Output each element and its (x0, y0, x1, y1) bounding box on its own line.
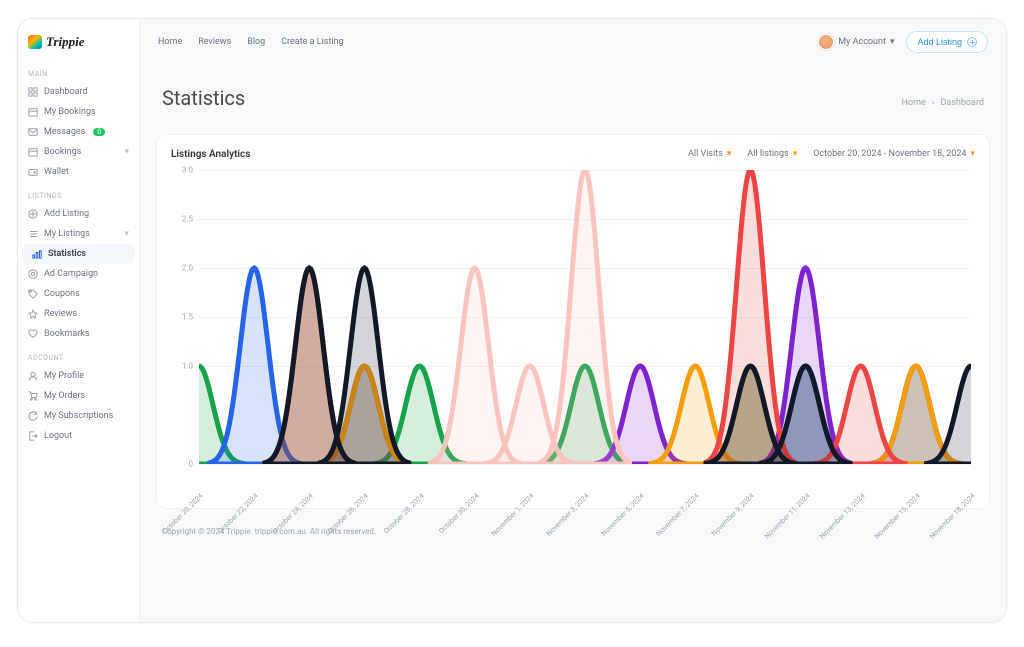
sidebar-item-label: Wallet (44, 167, 69, 177)
filter-listings[interactable]: All listings▾ (747, 149, 797, 159)
cart-icon (28, 391, 38, 401)
sidebar-item-dashboard[interactable]: Dashboard (18, 82, 139, 102)
sidebar-item-label: Logout (44, 431, 72, 441)
chevron-right-icon: › (932, 98, 935, 108)
avatar-icon (818, 34, 834, 50)
sidebar-item-mysubs[interactable]: My Subscriptions (18, 406, 139, 426)
sidebar-item-label: Ad Campaign (44, 269, 98, 279)
sidebar-item-adcampaign[interactable]: Ad Campaign (18, 264, 139, 284)
sidebar-item-mybookings[interactable]: My Bookings (18, 102, 139, 122)
topnav-home[interactable]: Home (158, 37, 182, 47)
breadcrumb-item[interactable]: Home (902, 98, 926, 108)
sidebar-item-label: Reviews (44, 309, 77, 319)
sidebar-item-label: My Bookings (44, 107, 96, 117)
breadcrumb: Home › Dashboard (902, 98, 984, 108)
palm-icon (28, 35, 42, 49)
sidebar: Trippie MAIN Dashboard My Bookings Messages… (18, 19, 140, 622)
series-F (541, 170, 630, 464)
grid-icon (28, 87, 38, 97)
y-tick: 1.0 (182, 361, 193, 370)
y-tick: 3.0 (182, 165, 193, 174)
sidebar-item-label: Bookings (44, 147, 81, 157)
user-icon (28, 371, 38, 381)
badge: 0 (93, 128, 105, 136)
page-title: Statistics (162, 86, 245, 110)
y-tick: 1.5 (182, 312, 193, 321)
plus-icon (28, 209, 38, 219)
sidebar-item-logout[interactable]: Logout (18, 426, 139, 446)
sidebar-item-label: My Profile (44, 371, 84, 381)
sidebar-item-bookings[interactable]: Bookings ▾ (18, 142, 139, 162)
topnav-reviews[interactable]: Reviews (198, 37, 231, 47)
account-label: My Account (838, 37, 886, 47)
sidebar-item-mylistings[interactable]: My Listings ▾ (18, 224, 139, 244)
sidebar-item-reviews[interactable]: Reviews (18, 304, 139, 324)
sidebar-item-label: Dashboard (44, 87, 88, 97)
topbar: Home Reviews Blog Create a Listing My Accou… (140, 19, 1006, 53)
sidebar-item-myprofile[interactable]: My Profile (18, 366, 139, 386)
chevron-down-icon: ▾ (793, 149, 798, 159)
plus-circle-icon (967, 37, 977, 47)
sidebar-item-label: Bookmarks (44, 329, 89, 339)
sidebar-item-messages[interactable]: Messages 0 (18, 122, 139, 142)
mail-icon (28, 127, 38, 137)
logo[interactable]: Trippie (18, 29, 139, 60)
heart-icon (28, 329, 38, 339)
topnav-blog[interactable]: Blog (247, 37, 265, 47)
sidebar-item-label: Messages (44, 127, 85, 137)
list-icon (28, 229, 38, 239)
topnav: Home Reviews Blog Create a Listing (158, 37, 344, 47)
chevron-down-icon: ▾ (727, 149, 732, 159)
account-menu[interactable]: My Account ▾ (818, 34, 894, 50)
sidebar-group-title: MAIN (18, 60, 139, 82)
card-title: Listings Analytics (171, 149, 250, 160)
x-axis: October 20, 2024October 22, 2024October … (199, 464, 971, 500)
content: Home Reviews Blog Create a Listing My Accou… (140, 19, 1006, 622)
refresh-icon (28, 411, 38, 421)
target-icon (28, 269, 38, 279)
breadcrumb-item[interactable]: Dashboard (940, 98, 984, 108)
star-icon (28, 309, 38, 319)
wallet-icon (28, 167, 38, 177)
sidebar-item-coupons[interactable]: Coupons (18, 284, 139, 304)
logout-icon (28, 431, 38, 441)
chevron-down-icon: ▾ (124, 229, 129, 239)
sidebar-item-wallet[interactable]: Wallet (18, 162, 139, 182)
chevron-down-icon: ▾ (124, 147, 129, 157)
sidebar-item-label: My Subscriptions (44, 411, 113, 421)
tag-icon (28, 289, 38, 299)
filter-visits[interactable]: All Visits▾ (688, 149, 731, 159)
sidebar-item-label: Add Listing (44, 209, 89, 219)
sidebar-item-bookmarks[interactable]: Bookmarks (18, 324, 139, 344)
filter-date-range[interactable]: October 20, 2024 - November 18, 2024▾ (813, 149, 975, 159)
plot-area (199, 170, 971, 464)
sidebar-item-label: Statistics (48, 249, 86, 259)
sidebar-item-myorders[interactable]: My Orders (18, 386, 139, 406)
analytics-card: Listings Analytics All Visits▾ All listi… (156, 134, 990, 509)
y-tick: 2.5 (182, 214, 193, 223)
calendar-icon (28, 107, 38, 117)
chart-icon (32, 249, 42, 259)
chevron-down-icon: ▾ (890, 37, 895, 47)
sidebar-item-statistics[interactable]: Statistics (22, 244, 135, 264)
chart: 01.01.52.02.53.0 October 20, 2024October… (171, 170, 975, 500)
add-listing-label: Add Listing (917, 37, 962, 47)
topnav-create[interactable]: Create a Listing (281, 37, 343, 47)
sidebar-item-addlisting[interactable]: Add Listing (18, 204, 139, 224)
chevron-down-icon: ▾ (970, 149, 975, 159)
sidebar-group-title: LISTINGS (18, 182, 139, 204)
y-tick: 2.0 (182, 263, 193, 272)
y-tick: 0 (189, 459, 194, 468)
brand-name: Trippie (46, 34, 85, 50)
sidebar-item-label: My Listings (44, 229, 90, 239)
sidebar-group-title: ACCOUNT (18, 344, 139, 366)
sidebar-item-label: Coupons (44, 289, 80, 299)
add-listing-button[interactable]: Add Listing (906, 31, 988, 53)
y-axis: 01.01.52.02.53.0 (171, 170, 197, 464)
calendar-icon (28, 147, 38, 157)
sidebar-item-label: My Orders (44, 391, 85, 401)
